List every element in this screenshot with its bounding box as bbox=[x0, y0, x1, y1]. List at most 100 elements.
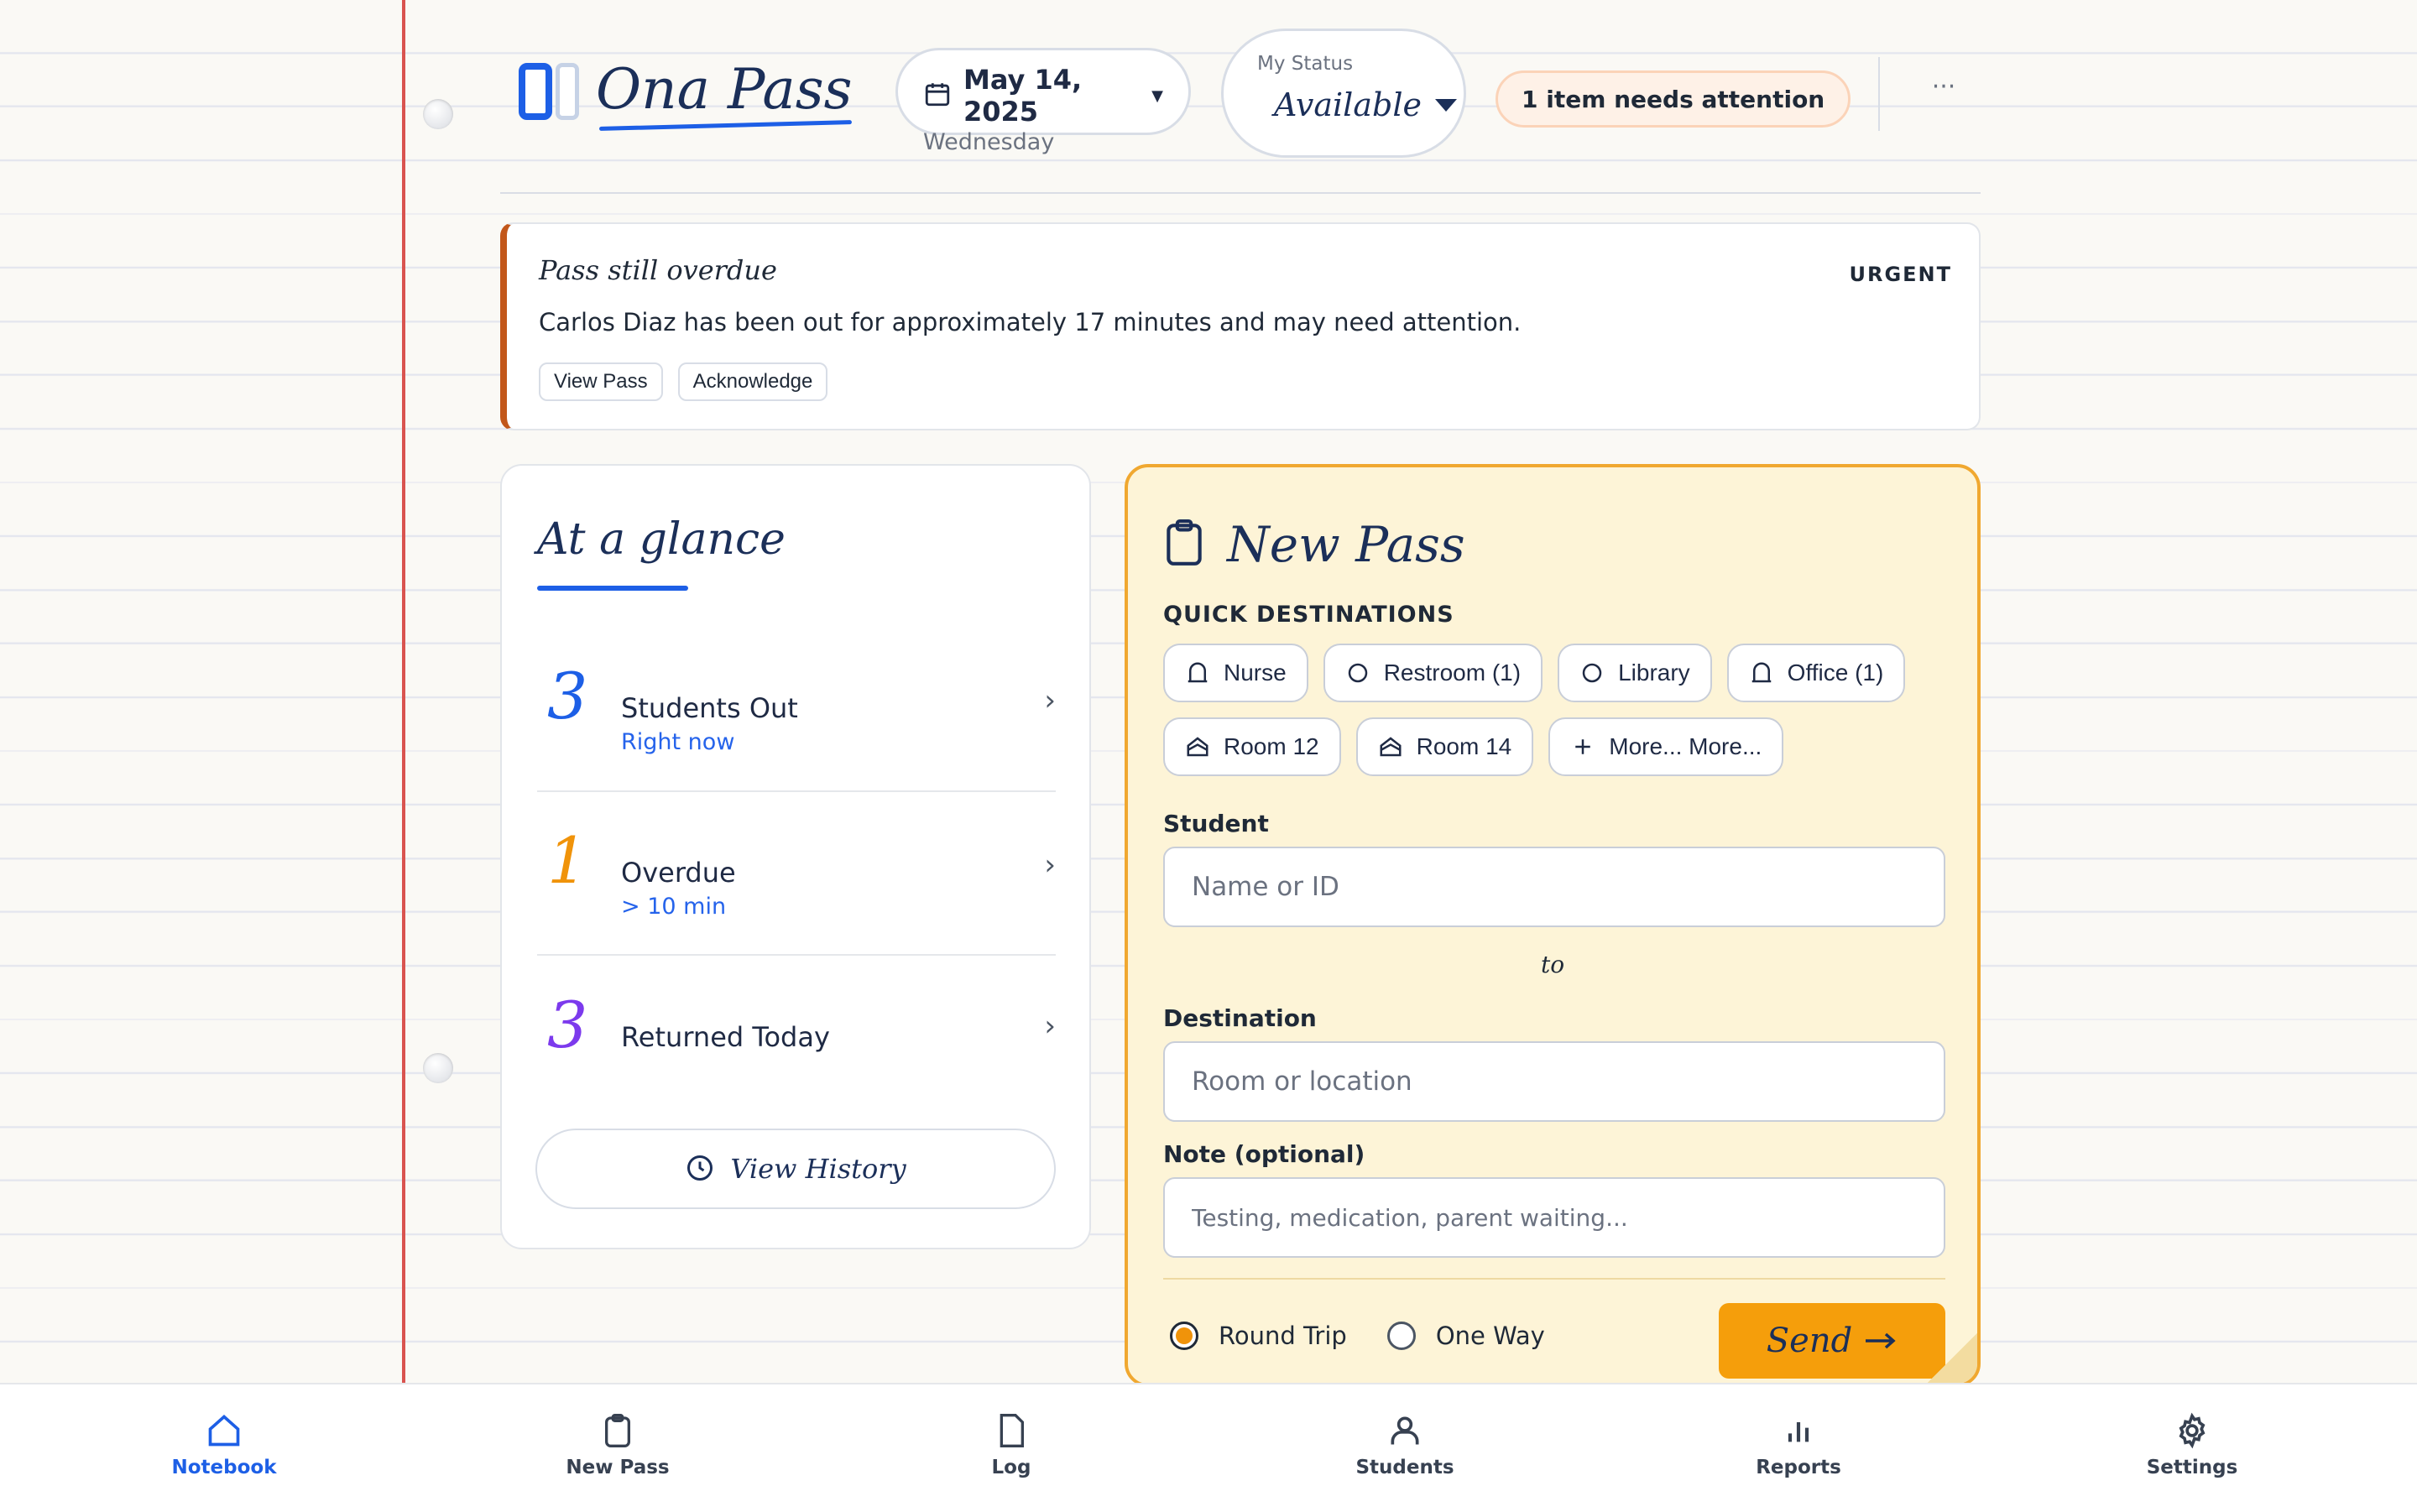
nav-label: Students bbox=[1355, 1457, 1454, 1478]
stat-sublabel: > 10 min bbox=[621, 894, 727, 920]
file-icon bbox=[927, 1410, 1095, 1452]
chevron-right-icon: › bbox=[1044, 848, 1056, 882]
calendar-icon bbox=[923, 80, 952, 112]
stat-value: 3 bbox=[547, 988, 588, 1062]
stat-overdue[interactable]: 1 Overdue > 10 min › bbox=[537, 823, 1056, 957]
view-history-label: View History bbox=[730, 1153, 906, 1185]
nav-settings[interactable]: Settings bbox=[2108, 1410, 2276, 1478]
round-trip-label: Round Trip bbox=[1219, 1322, 1347, 1350]
dest-chip-room-14[interactable]: Room 14 bbox=[1355, 717, 1534, 776]
view-history-button[interactable]: View History bbox=[535, 1129, 1056, 1209]
arrow-right-icon bbox=[1864, 1331, 1898, 1351]
nav-label: Settings bbox=[2146, 1457, 2238, 1478]
glance-title: At a glance bbox=[537, 514, 786, 565]
new-pass-title: New Pass bbox=[1227, 516, 1465, 573]
destination-label: Destination bbox=[1163, 1004, 1317, 1032]
alert-title: Pass still overdue bbox=[539, 254, 777, 286]
to-label: to bbox=[1540, 951, 1565, 978]
stat-label: Returned Today bbox=[621, 1021, 830, 1053]
nav-log[interactable]: Log bbox=[927, 1410, 1095, 1478]
dest-chip-library[interactable]: Library bbox=[1558, 644, 1712, 702]
dest-chip-room-12[interactable]: Room 12 bbox=[1163, 717, 1341, 776]
chevron-down-icon: ▼ bbox=[1151, 86, 1163, 105]
nav-label: Log bbox=[991, 1457, 1031, 1478]
app-name: Ona Pass bbox=[596, 57, 853, 122]
destination-input[interactable] bbox=[1163, 1041, 1945, 1122]
stat-label: Overdue bbox=[621, 857, 736, 889]
current-date: May 14, 2025 bbox=[963, 64, 1083, 128]
dest-chip-label: Nurse bbox=[1224, 660, 1287, 686]
current-weekday: Wednesday bbox=[923, 129, 1055, 155]
circle-icon bbox=[1345, 660, 1370, 686]
logo-mark-icon bbox=[519, 56, 586, 123]
punch-hole bbox=[423, 99, 453, 129]
acknowledge-button[interactable]: Acknowledge bbox=[677, 362, 828, 401]
dest-chip-label: Room 12 bbox=[1224, 733, 1319, 759]
attention-badge[interactable]: 1 item needs attention bbox=[1496, 70, 1851, 128]
view-pass-button[interactable]: View Pass bbox=[539, 362, 663, 401]
more-options-button[interactable]: ··· bbox=[1922, 70, 1965, 114]
nav-new-pass[interactable]: New Pass bbox=[534, 1410, 702, 1478]
stat-sublabel: Right now bbox=[621, 729, 735, 755]
quick-destinations-label: QUICK DESTINATIONS bbox=[1163, 602, 1454, 628]
one-way-radio[interactable] bbox=[1386, 1322, 1416, 1350]
student-input[interactable] bbox=[1163, 847, 1945, 927]
dest-chip-nurse[interactable]: Nurse bbox=[1163, 644, 1308, 702]
clock-icon bbox=[685, 1153, 715, 1186]
room-icon bbox=[1378, 734, 1403, 759]
at-a-glance-card: At a glance 3 Students Out Right now › 1… bbox=[500, 464, 1091, 1249]
new-pass-card: New Pass QUICK DESTINATIONS Nurse Restro… bbox=[1125, 464, 1981, 1387]
stat-students-out[interactable]: 3 Students Out Right now › bbox=[537, 659, 1056, 793]
nav-label: Reports bbox=[1756, 1457, 1841, 1478]
stat-value: 1 bbox=[547, 823, 588, 898]
nav-students[interactable]: Students bbox=[1321, 1410, 1489, 1478]
nav-label: New Pass bbox=[566, 1457, 670, 1478]
one-way-label: One Way bbox=[1435, 1322, 1545, 1350]
stat-value: 3 bbox=[547, 659, 588, 733]
status-label: My Status bbox=[1257, 53, 1354, 75]
chevron-right-icon: › bbox=[1044, 1009, 1056, 1043]
app-logo[interactable]: Ona Pass bbox=[519, 52, 852, 128]
dest-chip-office[interactable]: Office (1) bbox=[1726, 644, 1906, 702]
bell-icon bbox=[1185, 660, 1210, 686]
stat-divider bbox=[537, 790, 1056, 792]
alert-urgency-tag: URGENT bbox=[1849, 263, 1952, 286]
status-value: Available bbox=[1274, 86, 1422, 123]
send-button[interactable]: Send bbox=[1719, 1303, 1945, 1379]
bar-chart-icon bbox=[1715, 1410, 1882, 1452]
bell-icon bbox=[1749, 660, 1774, 686]
caret-down-icon bbox=[1434, 98, 1457, 112]
clipboard-icon bbox=[534, 1410, 702, 1452]
notebook-margin-line bbox=[402, 0, 405, 1383]
send-label: Send bbox=[1766, 1322, 1853, 1360]
dest-chip-label: Library bbox=[1618, 660, 1690, 686]
dest-chip-restroom[interactable]: Restroom (1) bbox=[1323, 644, 1543, 702]
nav-label: Notebook bbox=[171, 1457, 277, 1478]
dest-chip-more[interactable]: More... More... bbox=[1548, 717, 1784, 776]
bottom-nav: Notebook New Pass Log Students Reports S… bbox=[0, 1383, 2417, 1512]
stat-divider bbox=[537, 954, 1056, 956]
note-label: Note (optional) bbox=[1163, 1140, 1365, 1168]
dest-chip-label: Office (1) bbox=[1787, 660, 1884, 686]
status-selector[interactable]: My Status Available bbox=[1221, 29, 1466, 158]
round-trip-radio[interactable] bbox=[1170, 1322, 1198, 1350]
dest-chip-label: Restroom (1) bbox=[1383, 660, 1522, 686]
page-fold bbox=[1925, 1332, 1977, 1384]
home-icon bbox=[140, 1410, 308, 1452]
overdue-alert: Pass still overdue URGENT Carlos Diaz ha… bbox=[500, 222, 1981, 430]
title-underline bbox=[537, 586, 688, 591]
clipboard-icon bbox=[1163, 519, 1205, 571]
note-input[interactable] bbox=[1163, 1177, 1945, 1258]
stat-returned-today[interactable]: 3 Returned Today › bbox=[537, 988, 1056, 1122]
nav-reports[interactable]: Reports bbox=[1715, 1410, 1882, 1478]
chevron-right-icon: › bbox=[1044, 684, 1056, 717]
student-label: Student bbox=[1163, 810, 1269, 837]
punch-hole bbox=[423, 1053, 453, 1083]
plus-icon bbox=[1570, 734, 1595, 759]
header-rule bbox=[500, 192, 1981, 194]
date-picker[interactable]: May 14, 2025 ▼ Wednesday bbox=[895, 48, 1191, 155]
dest-chip-label: More... More... bbox=[1609, 733, 1762, 759]
nav-notebook[interactable]: Notebook bbox=[140, 1410, 308, 1478]
alert-message: Carlos Diaz has been out for approximate… bbox=[539, 308, 1522, 336]
dest-chip-label: Room 14 bbox=[1416, 733, 1512, 759]
